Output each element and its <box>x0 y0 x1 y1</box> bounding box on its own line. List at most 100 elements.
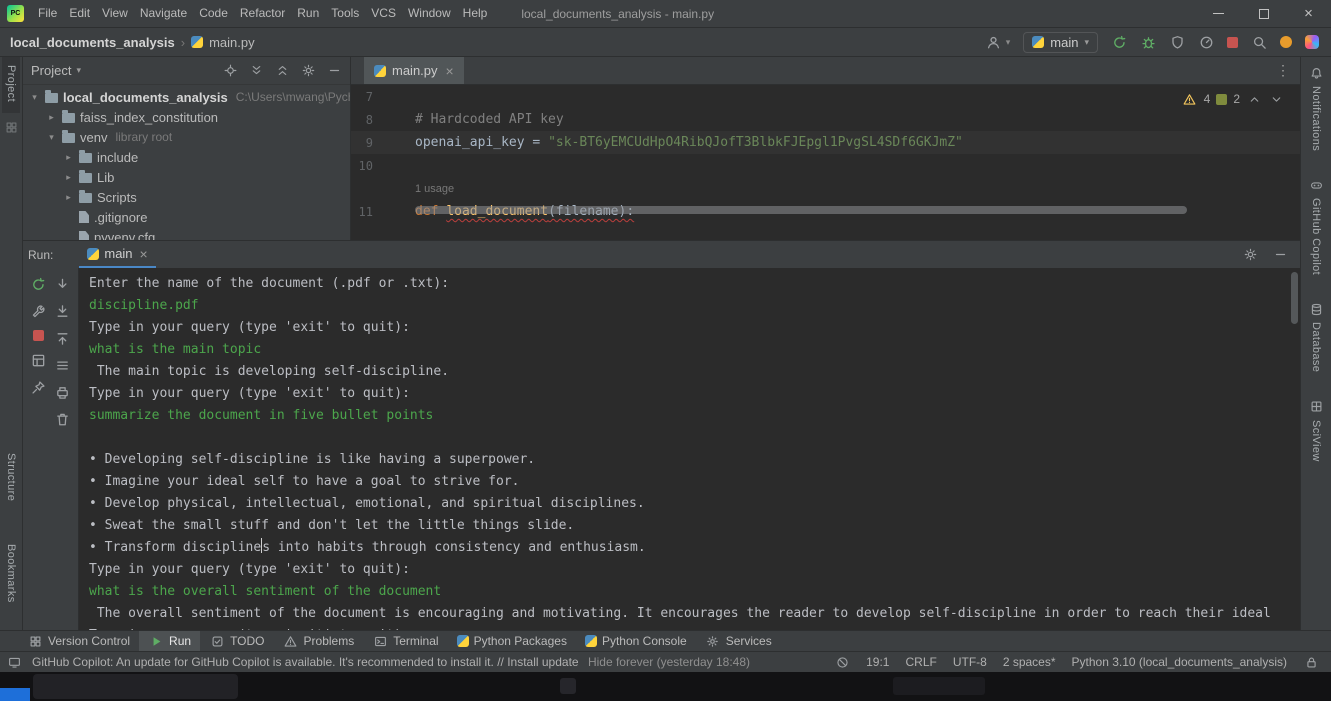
tab-options-icon[interactable]: ⋮ <box>1266 62 1300 79</box>
code-editor[interactable]: 78# Hardcoded API key9openai_api_key = "… <box>351 85 1300 240</box>
hide-run-panel-icon[interactable] <box>1272 247 1288 263</box>
code-line[interactable]: 7 <box>351 85 1300 108</box>
tree-chevron-icon[interactable]: ▾ <box>29 92 40 103</box>
assistant-icon[interactable] <box>1305 35 1319 49</box>
tree-item-scripts[interactable]: ▸Scripts <box>23 187 350 207</box>
profiler-icon[interactable] <box>1198 34 1214 50</box>
menu-item-view[interactable]: View <box>96 0 134 27</box>
tool-button-run[interactable]: Run <box>139 631 200 651</box>
tool-button-bookmarks[interactable]: Bookmarks <box>2 536 20 614</box>
menu-item-navigate[interactable]: Navigate <box>134 0 193 27</box>
horizontal-scrollbar[interactable] <box>415 206 1187 214</box>
tree-item-pyvenv-cfg[interactable]: pyvenv.cfg <box>23 227 350 240</box>
scroll-down-icon[interactable] <box>54 276 70 292</box>
tree-item-local-documents-analysis[interactable]: ▾local_documents_analysisC:\Users\mwang\… <box>23 87 350 107</box>
tool-button-version-control[interactable]: Version Control <box>18 631 139 651</box>
run-console[interactable]: Enter the name of the document (.pdf or … <box>78 268 1300 630</box>
scroll-to-end-icon[interactable] <box>54 303 70 319</box>
tool-button-python-console[interactable]: Python Console <box>576 631 696 651</box>
tree-item-venv[interactable]: ▾venvlibrary root <box>23 127 350 147</box>
user-icon[interactable] <box>986 34 1002 50</box>
coverage-icon[interactable] <box>1169 34 1185 50</box>
collapse-all-icon[interactable] <box>274 63 290 79</box>
menu-item-run[interactable]: Run <box>291 0 325 27</box>
menu-item-tools[interactable]: Tools <box>325 0 365 27</box>
breadcrumb-project[interactable]: local_documents_analysis <box>10 35 175 50</box>
close-tab-icon[interactable]: × <box>446 64 454 78</box>
menu-item-file[interactable]: File <box>32 0 63 27</box>
tree-chevron-icon[interactable]: ▸ <box>63 172 74 183</box>
run-settings-icon[interactable] <box>1242 247 1258 263</box>
run-tab-main[interactable]: main × <box>79 241 155 268</box>
breadcrumb-file[interactable]: main.py <box>209 35 255 50</box>
stop-icon[interactable] <box>1227 37 1238 48</box>
restore-layout-icon[interactable] <box>31 352 47 368</box>
soft-wrap-icon[interactable] <box>54 357 70 373</box>
tree-chevron-icon[interactable]: ▸ <box>63 192 74 203</box>
maximize-button[interactable] <box>1241 0 1286 27</box>
code-line[interactable]: 1 usage <box>351 177 1300 200</box>
tree-item-faiss-index-constitution[interactable]: ▸faiss_index_constitution <box>23 107 350 127</box>
previous-issue-icon[interactable] <box>1246 91 1262 107</box>
code-line[interactable]: 9openai_api_key = "sk-BT6yEMCUdHpO4RibQJ… <box>351 131 1300 154</box>
indent-selector[interactable]: 2 spaces* <box>1003 655 1056 669</box>
tool-button-notifications[interactable]: Notifications <box>1308 65 1324 151</box>
menu-item-code[interactable]: Code <box>193 0 234 27</box>
debug-icon[interactable] <box>1140 34 1156 50</box>
project-view-selector[interactable]: Project ▾ <box>31 63 81 78</box>
next-issue-icon[interactable] <box>1268 91 1284 107</box>
minimize-button[interactable] <box>1196 0 1241 27</box>
notifications-muted-icon[interactable] <box>834 654 850 670</box>
menu-item-window[interactable]: Window <box>402 0 457 27</box>
clear-console-icon[interactable] <box>54 411 70 427</box>
tool-button-python-packages[interactable]: Python Packages <box>448 631 576 651</box>
select-opened-file-icon[interactable] <box>222 63 238 79</box>
close-run-tab-icon[interactable]: × <box>140 247 148 261</box>
tree-chevron-icon[interactable]: ▾ <box>46 132 57 143</box>
pin-tab-icon[interactable] <box>31 379 47 395</box>
inspections-widget[interactable]: 4 2 <box>1182 91 1284 107</box>
console-scrollbar[interactable] <box>1291 272 1298 324</box>
tool-button-database[interactable]: Database <box>1308 301 1324 372</box>
tree-chevron-icon[interactable]: ▸ <box>63 152 74 163</box>
commit-tool-icon[interactable] <box>3 119 19 135</box>
tool-button-services[interactable]: Services <box>696 631 781 651</box>
rerun-icon[interactable] <box>31 276 47 292</box>
user-dropdown-icon[interactable]: ▾ <box>1006 37 1011 48</box>
tool-button-structure[interactable]: Structure <box>2 445 20 512</box>
run-config-selector[interactable]: main ▾ <box>1023 32 1098 53</box>
lock-icon[interactable] <box>1303 654 1319 670</box>
update-indicator-icon[interactable] <box>1280 36 1292 48</box>
tool-button-github-copilot[interactable]: GitHub Copilot <box>1308 177 1324 275</box>
modify-run-config-icon[interactable] <box>31 303 47 319</box>
print-icon[interactable] <box>54 384 70 400</box>
run-button-icon[interactable] <box>1111 34 1127 50</box>
editor-tab-main-py[interactable]: main.py × <box>364 57 464 84</box>
tool-button-problems[interactable]: Problems <box>274 631 364 651</box>
code-line[interactable]: 10 <box>351 154 1300 177</box>
interpreter-selector[interactable]: Python 3.10 (local_documents_analysis) <box>1072 655 1287 669</box>
stop-process-icon[interactable] <box>33 330 44 341</box>
menu-item-refactor[interactable]: Refactor <box>234 0 291 27</box>
expand-all-icon[interactable] <box>248 63 264 79</box>
settings-icon[interactable] <box>300 63 316 79</box>
code-line[interactable]: 8# Hardcoded API key <box>351 108 1300 131</box>
menu-item-vcs[interactable]: VCS <box>365 0 402 27</box>
install-update-link[interactable]: Install update <box>507 655 578 669</box>
hide-panel-icon[interactable] <box>326 63 342 79</box>
encoding-selector[interactable]: UTF-8 <box>953 655 987 669</box>
tool-button-sciview[interactable]: SciView <box>1308 399 1324 462</box>
menu-item-edit[interactable]: Edit <box>63 0 96 27</box>
tree-item-lib[interactable]: ▸Lib <box>23 167 350 187</box>
caret-position[interactable]: 19:1 <box>866 655 889 669</box>
tool-windows-icon[interactable] <box>6 654 22 670</box>
hide-forever-link[interactable]: Hide forever (yesterday 18:48) <box>588 655 750 669</box>
line-ending-selector[interactable]: CRLF <box>905 655 936 669</box>
menu-item-help[interactable]: Help <box>457 0 494 27</box>
tree-item-include[interactable]: ▸include <box>23 147 350 167</box>
close-button[interactable]: × <box>1286 0 1331 27</box>
tree-chevron-icon[interactable]: ▸ <box>46 112 57 123</box>
tool-button-terminal[interactable]: Terminal <box>363 631 447 651</box>
tree-item--gitignore[interactable]: .gitignore <box>23 207 350 227</box>
search-everywhere-icon[interactable] <box>1251 34 1267 50</box>
